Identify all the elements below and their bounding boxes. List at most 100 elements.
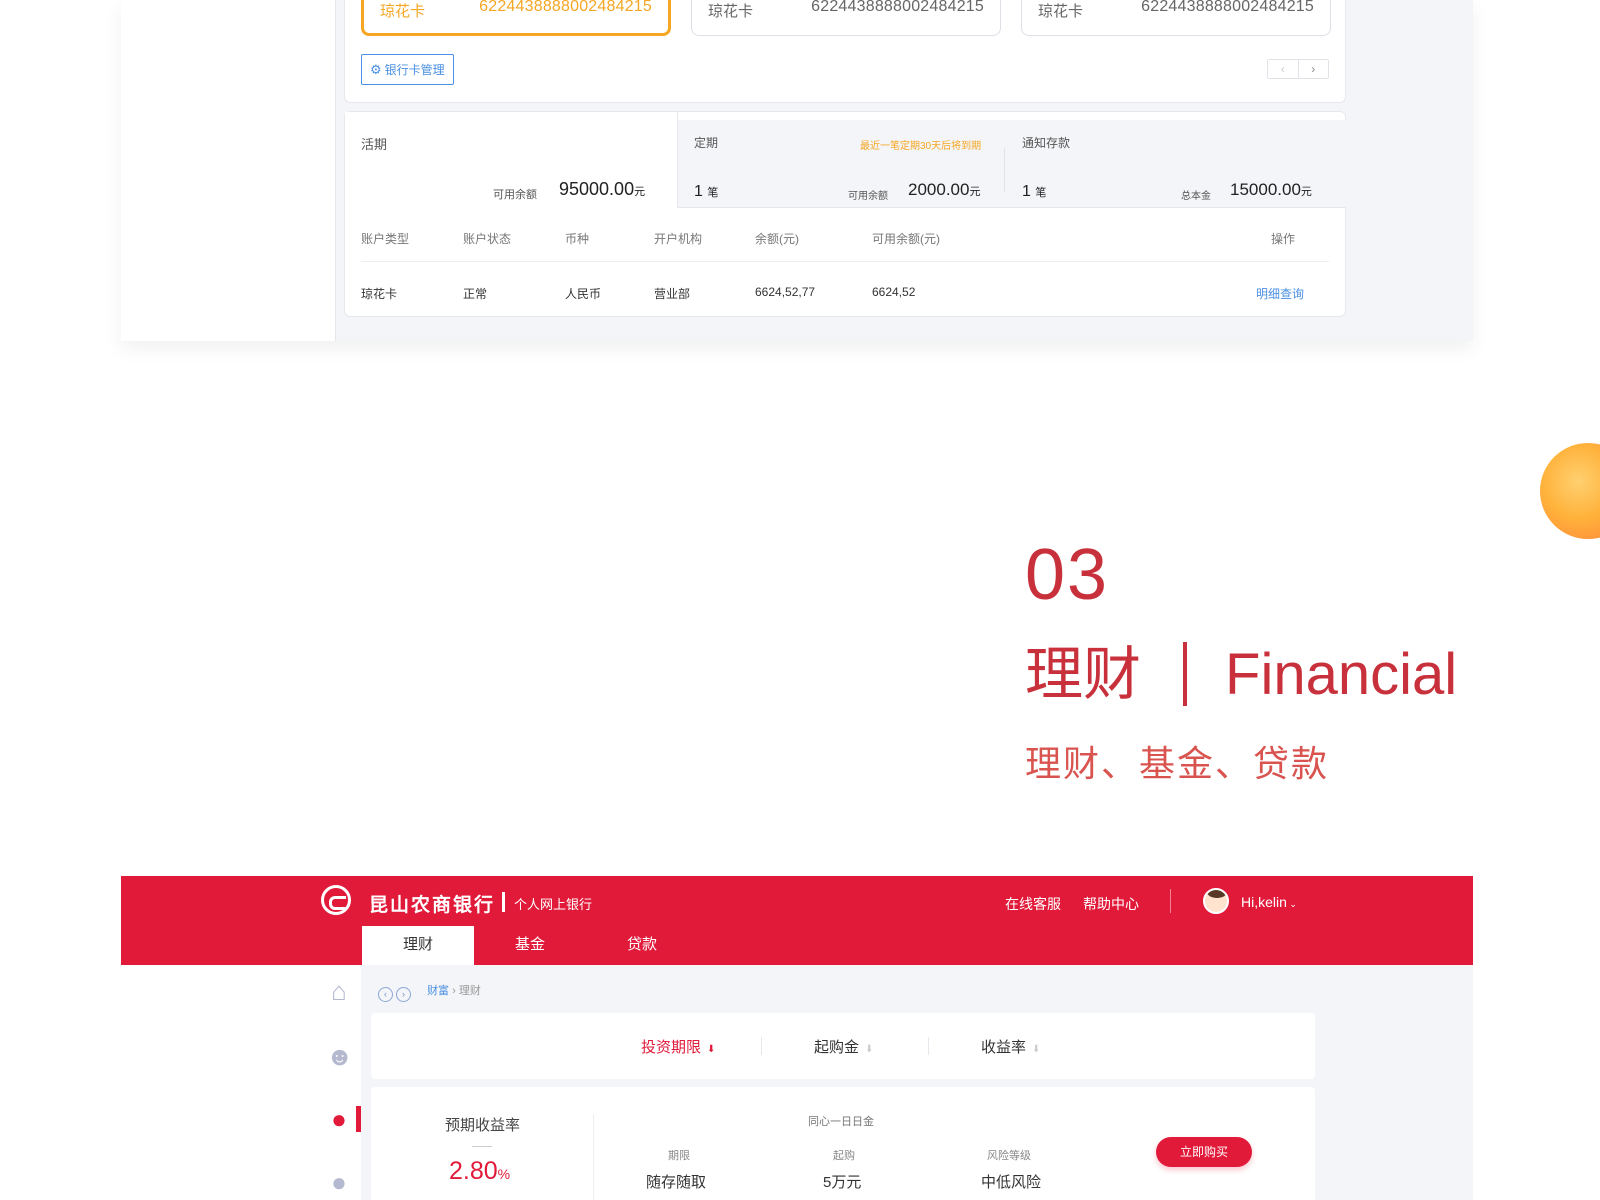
sort-arrow-icon: ⬇: [865, 1044, 874, 1055]
bank-card-2[interactable]: 琼花卡 6224438888002484215: [691, 0, 1001, 36]
back-icon[interactable]: ‹: [378, 987, 393, 1002]
card-number: 6224438888002484215: [811, 0, 984, 15]
col-header: 开户机构: [654, 232, 703, 246]
side-nav: ⌂ ☻ ● ●: [121, 965, 361, 1200]
card-name: 琼花卡: [380, 3, 426, 20]
dingqi-tongzhi-segment: 定期 最近一笔定期30天后将到期 1 笔 可用余额 2000.00元 通知存款 …: [678, 120, 1346, 208]
filter-yield[interactable]: 收益率 ⬇: [981, 1036, 1040, 1057]
card-pager: ‹ ›: [1267, 59, 1329, 79]
bank-cards-panel: 琼花卡 6224438888002484215 琼花卡 622443888800…: [344, 0, 1346, 103]
user-menu[interactable]: Hi,kelin ⌄: [1241, 894, 1297, 910]
cell-branch: 营业部: [654, 287, 691, 301]
dingqi-notice: 最近一笔定期30天后将到期: [860, 141, 982, 152]
product-divider: [593, 1114, 594, 1200]
dingqi-count: 1 笔: [694, 183, 719, 200]
sort-arrow-icon: ⬇: [1032, 1044, 1041, 1055]
cell-currency: 人民币: [565, 287, 602, 301]
huoqi-available-label: 可用余额: [493, 189, 537, 201]
cell-status: 正常: [463, 287, 488, 301]
col-header: 余额(元): [755, 232, 799, 246]
topbar-divider: [1170, 889, 1171, 913]
col-header: 账户状态: [463, 232, 512, 246]
chevron-down-icon: ⌄: [1286, 899, 1297, 909]
card-number: 6224438888002484215: [1141, 0, 1314, 15]
online-service-link[interactable]: 在线客服: [1005, 894, 1061, 914]
bank-card-3[interactable]: 琼花卡 6224438888002484215: [1021, 0, 1331, 36]
tab-licai[interactable]: 理财: [362, 926, 474, 965]
breadcrumb-current: 理财: [458, 985, 481, 997]
tab-jijin[interactable]: 基金: [474, 926, 586, 965]
avatar-icon[interactable]: [1203, 888, 1229, 914]
yield-dash: [472, 1146, 492, 1147]
field-term-label: 期限: [668, 1150, 690, 1162]
top-bar: 昆山农商银行 个人网上银行 在线客服 帮助中心 Hi,kelin ⌄ 理财 基金…: [121, 876, 1473, 965]
bank-logo-icon: [321, 885, 351, 915]
tongzhi-label: 通知存款: [1022, 136, 1071, 150]
filter-invest-term[interactable]: 投资期限 ⬇: [641, 1036, 715, 1057]
product-name: 同心一日日金: [808, 1116, 874, 1128]
pager-prev-button[interactable]: ‹: [1268, 60, 1299, 78]
smile-icon[interactable]: ☻: [326, 1043, 353, 1069]
filter-min-amount[interactable]: 起购金 ⬇: [814, 1036, 873, 1057]
filter-divider: [761, 1037, 762, 1055]
breadcrumb-parent[interactable]: 财富: [427, 985, 449, 997]
buy-now-button[interactable]: 立即购买: [1156, 1137, 1252, 1167]
field-min-label: 起购: [833, 1150, 855, 1162]
huoqi-segment[interactable]: 活期 可用余额 95000.00元: [345, 112, 678, 208]
col-header: 账户类型: [361, 232, 410, 246]
section-title: 理财 Financial: [1025, 640, 1457, 710]
brand-subtitle: 个人网上银行: [514, 897, 593, 912]
brand-separator: [502, 892, 505, 912]
huoqi-label: 活期: [361, 137, 388, 152]
sidebar: [121, 0, 336, 341]
product-card: 预期收益率 2.80% 同心一日日金 期限 随存随取 起购 5万元 风险等级 中…: [371, 1087, 1315, 1200]
tongzhi-count: 1 笔: [1022, 183, 1047, 200]
cell-type: 琼花卡: [361, 287, 398, 301]
card-manage-label: 银行卡管理: [384, 63, 445, 77]
section-subtitle: 理财、基金、贷款: [1025, 743, 1330, 784]
huoqi-available-amount: 95000.00元: [559, 179, 646, 199]
card-number: 6224438888002484215: [479, 0, 652, 15]
pager-next-button[interactable]: ›: [1299, 60, 1329, 78]
bank-card-1[interactable]: 琼花卡 6224438888002484215: [361, 0, 671, 36]
piggy-bank-icon[interactable]: ●: [326, 1106, 352, 1132]
expected-yield-label: 预期收益率: [445, 1117, 521, 1134]
tab-daikuan[interactable]: 贷款: [586, 926, 698, 965]
field-risk-value: 中低风险: [981, 1174, 1042, 1191]
card-name: 琼花卡: [708, 3, 754, 20]
decorative-ball: [1540, 443, 1600, 539]
segment-divider: [1004, 148, 1005, 192]
filter-divider: [928, 1037, 929, 1055]
sort-filter-bar: 投资期限 ⬇ 起购金 ⬇ 收益率 ⬇: [371, 1013, 1315, 1079]
gear-icon: ⚙: [370, 62, 382, 77]
title-divider: [1183, 642, 1188, 706]
dingqi-available-amount: 2000.00元: [908, 180, 981, 199]
field-term-value: 随存随取: [646, 1174, 707, 1191]
section-number: 03: [1025, 535, 1110, 615]
breadcrumb-sep: ›: [452, 985, 456, 997]
dingqi-label: 定期: [694, 136, 719, 150]
card-manage-button[interactable]: ⚙ 银行卡管理: [361, 54, 454, 85]
sort-arrow-icon: ⬇: [707, 1044, 716, 1055]
account-summary: 活期 可用余额 95000.00元 定期 最近一笔定期30天后将到期 1 笔 可…: [344, 111, 1346, 317]
detail-query-link[interactable]: 明细查询: [1256, 285, 1304, 302]
account-overview-screenshot: 琼花卡 6224438888002484215 琼花卡 622443888800…: [121, 0, 1473, 341]
forward-icon[interactable]: ›: [396, 987, 411, 1002]
section-title-en: Financial: [1225, 642, 1458, 707]
col-header: 可用余额(元): [872, 232, 940, 246]
user-icon[interactable]: ●: [326, 1169, 352, 1195]
cell-available: 6624,52: [872, 285, 916, 299]
side-active-indicator: [356, 1106, 361, 1132]
home-icon[interactable]: ⌂: [326, 978, 352, 1004]
field-min-value: 5万元: [823, 1174, 862, 1191]
breadcrumb: ‹ › 财富 › 理财: [378, 982, 481, 1002]
tongzhi-principal-label: 总本金: [1181, 191, 1211, 202]
brand-name: 昆山农商银行: [369, 895, 496, 916]
tongzhi-principal-amount: 15000.00元: [1230, 180, 1312, 199]
section-title-cn: 理财: [1025, 642, 1142, 707]
field-risk-label: 风险等级: [987, 1150, 1031, 1162]
help-center-link[interactable]: 帮助中心: [1083, 894, 1139, 914]
table-divider: [361, 261, 1329, 262]
page: 琼花卡 6224438888002484215 琼花卡 622443888800…: [0, 0, 1600, 1200]
financial-page-screenshot: 昆山农商银行 个人网上银行 在线客服 帮助中心 Hi,kelin ⌄ 理财 基金…: [121, 876, 1473, 1200]
